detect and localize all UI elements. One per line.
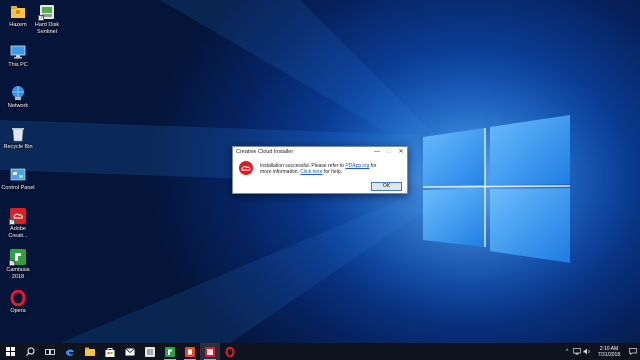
desktop-icon-label: Opera xyxy=(10,308,26,314)
close-icon[interactable]: ✕ xyxy=(395,147,407,157)
network-icon xyxy=(10,85,26,101)
opera-icon xyxy=(225,346,235,357)
taskbar-file-explorer[interactable] xyxy=(80,343,100,360)
taskbar-edge[interactable] xyxy=(60,343,80,360)
dialog-title: Creative Cloud Installer xyxy=(236,149,294,155)
shortcut-arrow-icon: ↗ xyxy=(9,260,15,266)
office-icon xyxy=(185,346,195,357)
computer-icon xyxy=(10,44,26,60)
window-controls: — ☐ ✕ xyxy=(371,147,407,157)
taskbar-camtasia[interactable] xyxy=(160,343,180,360)
help-link[interactable]: Click here xyxy=(300,169,322,175)
recycle-bin-icon xyxy=(10,126,26,142)
message-text: for help. xyxy=(322,169,342,175)
dialog-body: Installation successful. Please refer to… xyxy=(239,161,405,175)
clock-date: 7/31/2018 xyxy=(597,351,621,358)
start-icon xyxy=(5,347,15,356)
network-icon[interactable] xyxy=(572,343,582,360)
desktop-icon-camtasia[interactable]: ↗ Camtasia 2018 xyxy=(1,249,35,280)
taskbar: ^ 2:10 AM 7/31/2018 xyxy=(0,343,640,360)
action-center-button[interactable] xyxy=(626,343,640,360)
desktop-icon-label: Control Panel xyxy=(1,185,35,191)
taskbar-media[interactable] xyxy=(140,343,160,360)
system-tray: ^ 2:10 AM 7/31/2018 xyxy=(562,343,640,360)
desktop: Hazem ↗ Hard Disk Sentinel This PC Netwo… xyxy=(0,0,640,343)
notification-icon xyxy=(629,348,637,355)
taskbar-mail[interactable] xyxy=(120,343,140,360)
desktop-icon-label: Network xyxy=(7,103,29,109)
desktop-icon-adobe-creative-cloud[interactable]: ↗ Adobe Creati... xyxy=(1,208,35,239)
creative-cloud-icon xyxy=(205,346,215,357)
desktop-icon-opera[interactable]: Opera xyxy=(1,289,35,315)
store-icon xyxy=(105,347,115,357)
creative-cloud-logo-icon xyxy=(239,161,253,175)
desktop-icon-label: Recycle Bin xyxy=(3,144,33,150)
dialog-message: Installation successful. Please refer to… xyxy=(260,163,380,175)
taskbar-office[interactable] xyxy=(180,343,200,360)
task-view-button[interactable] xyxy=(40,343,60,360)
taskbar-store[interactable] xyxy=(100,343,120,360)
mail-icon xyxy=(125,347,135,355)
start-button[interactable] xyxy=(0,343,20,360)
desktop-icon-label: Hard Disk Sentinel xyxy=(34,22,60,35)
dialog-titlebar[interactable]: Creative Cloud Installer — ☐ ✕ xyxy=(233,147,407,157)
desktop-icon-label: Camtasia 2018 xyxy=(6,267,30,280)
search-icon xyxy=(25,347,34,356)
desktop-icon-recycle-bin[interactable]: Recycle Bin xyxy=(1,126,35,151)
desktop-icon-hard-disk-sentinel[interactable]: ↗ Hard Disk Sentinel xyxy=(30,4,64,35)
show-hidden-icons-chevron-icon[interactable]: ^ xyxy=(562,343,572,360)
creative-cloud-installer-dialog: Creative Cloud Installer — ☐ ✕ Installat… xyxy=(232,146,408,194)
edge-icon xyxy=(66,348,74,356)
camtasia-icon xyxy=(165,346,175,357)
desktop-icon-label: This PC xyxy=(8,62,28,68)
task-view-icon xyxy=(45,348,55,355)
volume-icon[interactable] xyxy=(582,343,592,360)
ok-button[interactable]: OK xyxy=(371,182,402,191)
taskbar-creative-cloud[interactable] xyxy=(200,343,220,360)
desktop-icon-control-panel[interactable]: Control Panel xyxy=(1,167,35,192)
desktop-icon-network[interactable]: Network xyxy=(1,85,35,110)
shortcut-arrow-icon: ↗ xyxy=(9,219,15,225)
clock[interactable]: 2:10 AM 7/31/2018 xyxy=(592,346,626,358)
log-file-link[interactable]: PDApp.log xyxy=(345,163,369,169)
opera-icon xyxy=(10,289,26,307)
maximize-icon: ☐ xyxy=(386,149,392,155)
desktop-icon-label: Adobe Creati... xyxy=(8,226,28,239)
hard-disk-sentinel-icon: ↗ xyxy=(38,4,55,21)
minimize-icon[interactable]: — xyxy=(371,147,383,157)
user-folder-icon xyxy=(10,4,26,20)
desktop-icon-this-pc[interactable]: This PC xyxy=(1,44,35,69)
shortcut-arrow-icon: ↗ xyxy=(38,15,44,21)
search-button[interactable] xyxy=(20,343,40,360)
control-panel-icon xyxy=(10,167,26,183)
taskbar-opera[interactable] xyxy=(220,343,240,360)
camtasia-icon: ↗ xyxy=(9,249,26,266)
adobe-creative-cloud-icon: ↗ xyxy=(9,208,26,225)
file-explorer-icon xyxy=(85,347,95,356)
media-icon xyxy=(145,346,155,357)
